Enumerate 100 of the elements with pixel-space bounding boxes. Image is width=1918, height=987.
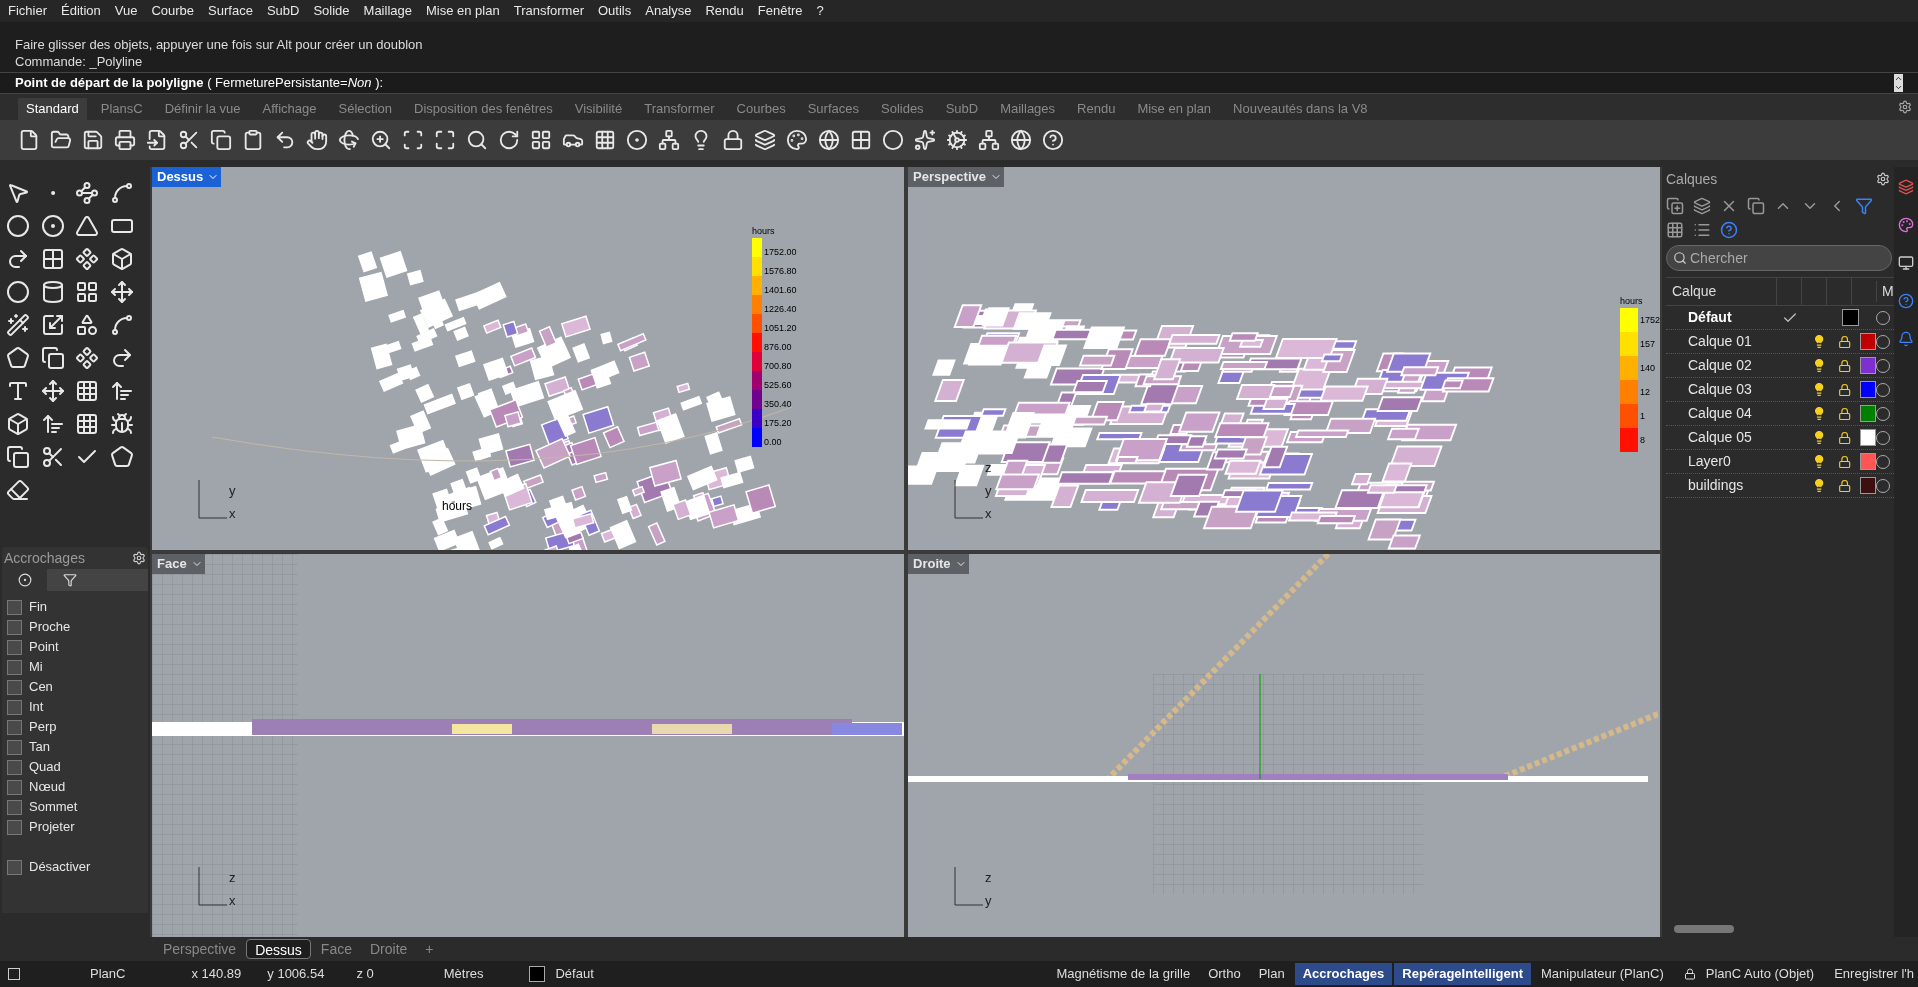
viewport[interactable]: Face z x [152, 554, 904, 937]
toolbar-tab[interactable]: Définir la vue [156, 98, 249, 120]
search-icon[interactable] [466, 129, 488, 151]
viewport[interactable]: Perspective hours 1752 157 140 12 1 8 z y x [908, 167, 1660, 550]
new-layer-icon[interactable] [1666, 197, 1684, 215]
toolbar-tab[interactable]: Surfaces [799, 98, 867, 120]
open-folder-icon[interactable] [50, 129, 72, 151]
checkbox[interactable] [7, 719, 22, 735]
checkbox[interactable] [7, 779, 22, 795]
checkbox[interactable] [7, 679, 22, 695]
search-box[interactable]: Chercher [1666, 245, 1892, 271]
menu-item[interactable]: Rendu [705, 1, 744, 21]
padlock-icon[interactable] [1838, 406, 1852, 421]
checkbox[interactable] [7, 599, 22, 615]
padlock-icon[interactable] [1838, 358, 1852, 373]
lock-icon[interactable] [722, 129, 744, 151]
menu-item[interactable]: Analyse [645, 1, 692, 21]
checkbox[interactable] [7, 659, 22, 675]
pages-icon[interactable] [6, 445, 30, 469]
status-toggle[interactable]: Ortho [1200, 963, 1249, 985]
sphere-icon[interactable] [6, 280, 30, 304]
help-icon[interactable] [1720, 221, 1738, 239]
import-file-icon[interactable] [146, 129, 168, 151]
toolbar-tab[interactable]: Affichage [254, 98, 325, 120]
cut-icon[interactable] [178, 129, 200, 151]
points-grid-icon[interactable] [75, 379, 99, 403]
help-icon[interactable] [1897, 293, 1914, 309]
menu-item[interactable]: Vue [114, 1, 138, 21]
layers-icon[interactable] [754, 129, 776, 151]
hand-icon[interactable] [306, 129, 328, 151]
viewport-layout-icon[interactable] [530, 129, 552, 151]
zoom-in-icon[interactable] [370, 129, 392, 151]
toolbar-tab[interactable]: Nouveautés dans la V8 [1225, 98, 1376, 120]
eraser-icon[interactable] [6, 478, 30, 502]
menu-item[interactable]: Maillage [363, 1, 412, 21]
fillet-icon[interactable] [109, 313, 134, 337]
layer-color-swatch[interactable] [1859, 477, 1876, 494]
menu-item[interactable]: Surface [208, 1, 253, 21]
render-globe-icon[interactable] [1010, 129, 1032, 151]
toolbar-tab[interactable]: Solides [873, 98, 932, 120]
viewport-title-tab[interactable]: Dessus [152, 167, 222, 187]
status-toggle[interactable]: RepérageIntelligent [1394, 963, 1531, 985]
status-toggle[interactable]: Plan [1250, 963, 1293, 985]
viewport-tab[interactable]: + [417, 939, 442, 959]
search-field[interactable]: Chercher [1690, 247, 1870, 269]
units[interactable]: Mètres [443, 964, 484, 984]
status-plane-mode[interactable]: PlanC Auto (Objet) [1705, 964, 1815, 984]
menu-item[interactable]: Édition [61, 1, 101, 21]
column-header[interactable]: Calque [1666, 281, 1776, 302]
menu-item[interactable]: Outils [598, 1, 632, 21]
checkbox[interactable] [7, 619, 22, 635]
grid-icon[interactable] [1666, 221, 1684, 239]
status-toggle[interactable]: Magnétisme de la grille [1048, 963, 1199, 985]
toolbar-tab[interactable]: Standard [18, 98, 87, 120]
box-icon[interactable] [109, 247, 134, 271]
checkbox[interactable] [7, 759, 22, 775]
viewport[interactable]: Droite z y [908, 554, 1660, 937]
layer-color-swatch[interactable] [529, 966, 546, 982]
menu-item[interactable]: ? [816, 1, 824, 21]
padlock-icon[interactable] [1838, 430, 1852, 445]
toolbar-tab[interactable]: Disposition des fenêtres [406, 98, 561, 120]
sparkle-icon[interactable] [914, 129, 936, 151]
toolbar-tab[interactable]: PlansC [92, 98, 151, 120]
surface-icon[interactable] [40, 247, 65, 271]
padlock-icon[interactable] [1838, 478, 1852, 493]
globe-icon[interactable] [818, 129, 840, 151]
zoom-extents-icon[interactable] [434, 129, 456, 151]
polyline-icon[interactable] [75, 181, 99, 205]
layer-color-swatch[interactable] [1842, 309, 1859, 326]
settings-icon[interactable] [1898, 100, 1912, 114]
viewport-tab[interactable]: Dessus [246, 939, 311, 959]
extrude-icon[interactable] [109, 379, 134, 403]
menu-item[interactable]: Transformer [513, 1, 584, 21]
new-file-icon[interactable] [18, 129, 40, 151]
scrollbar[interactable] [1674, 925, 1734, 933]
checkbox[interactable] [7, 699, 22, 715]
layer-color-swatch[interactable] [1859, 357, 1876, 374]
column-header[interactable]: M [1876, 281, 1894, 302]
scroll-arrows-icon[interactable] [1894, 74, 1903, 92]
toolbar-tab[interactable]: Visibilité [566, 98, 631, 120]
polygon-icon[interactable] [75, 214, 99, 238]
layer-name[interactable]: Calque 03 [1666, 379, 1776, 400]
menu-item[interactable]: Mise en plan [425, 1, 500, 21]
gear-icon[interactable] [946, 129, 968, 151]
hierarchy-icon[interactable] [658, 129, 680, 151]
mesh-icon[interactable] [850, 129, 872, 151]
array-icon[interactable] [75, 346, 99, 370]
scissors-icon[interactable] [40, 445, 65, 469]
status-layer[interactable]: Défaut [555, 964, 594, 984]
ellipse-icon[interactable] [40, 214, 65, 238]
grid-icon[interactable] [75, 412, 99, 436]
list-icon[interactable] [1693, 221, 1711, 239]
checkbox[interactable] [7, 819, 22, 835]
text-icon[interactable] [6, 379, 30, 403]
toolbar-tab[interactable]: Rendu [1069, 98, 1124, 120]
viewport-tab[interactable]: Face [312, 939, 360, 959]
viewport-tab[interactable]: Perspective [155, 939, 245, 959]
wand-icon[interactable] [6, 313, 30, 337]
clipboard-icon[interactable] [242, 129, 264, 151]
layer-name[interactable]: Calque 02 [1666, 355, 1776, 376]
